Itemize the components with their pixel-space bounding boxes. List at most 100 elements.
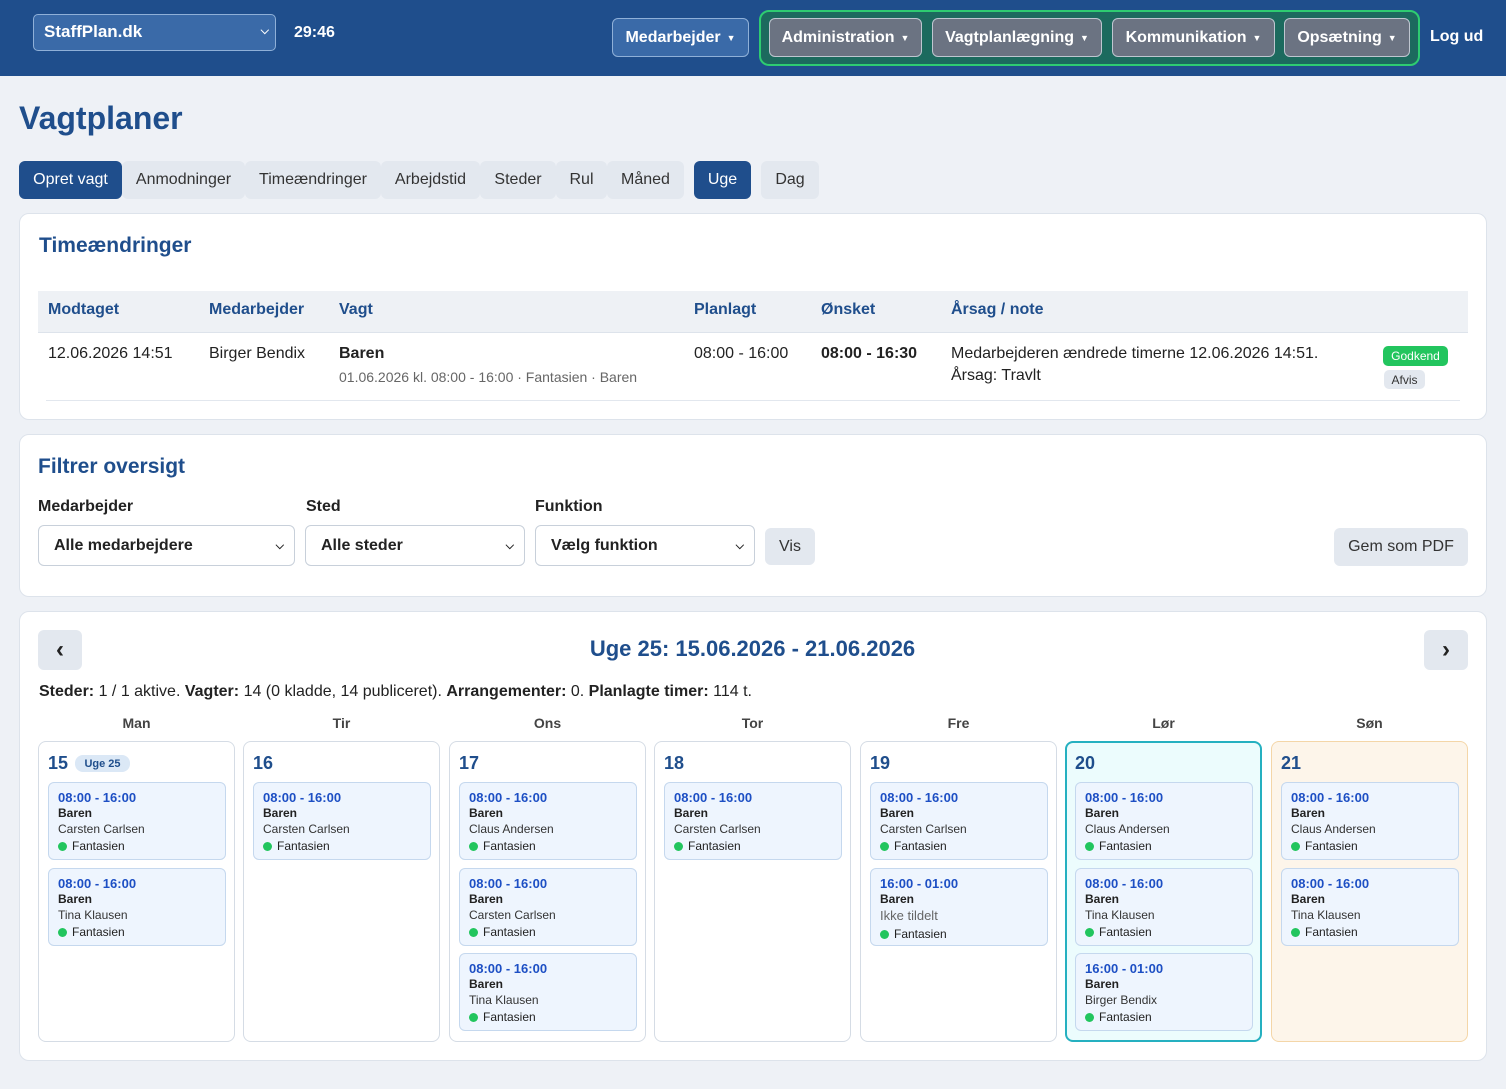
day-number: 15 xyxy=(48,753,69,773)
site-select[interactable]: StaffPlan.dk ⌵ xyxy=(33,14,276,51)
shift-card[interactable]: 08:00 - 16:00 Baren Carsten Carlsen Fantasi… xyxy=(870,782,1048,860)
save-pdf-button[interactable]: Gem som PDF xyxy=(1334,528,1468,566)
shift-card[interactable]: 08:00 - 16:00 Baren Tina Klausen Fantasien xyxy=(48,868,226,946)
tab-month[interactable]: Måned xyxy=(607,161,684,199)
reject-button[interactable]: Afvis xyxy=(1384,370,1425,389)
shift-card[interactable]: 08:00 - 16:00 Baren Claus Andersen Fantasie… xyxy=(1075,782,1253,860)
shift-location: Fantasien xyxy=(1291,839,1358,853)
tab-working-hours[interactable]: Arbejdstid xyxy=(381,161,480,199)
shift-position: Baren xyxy=(1085,892,1120,906)
shift-time: 08:00 - 16:00 xyxy=(263,790,342,805)
shift-location: Fantasien xyxy=(674,839,741,853)
shift-location-label: Fantasien xyxy=(483,925,536,939)
shift-location-label: Fantasien xyxy=(72,839,125,853)
tab-week[interactable]: Uge xyxy=(694,161,751,199)
column-header-employee: Medarbejder xyxy=(209,301,305,318)
row-employee: Birger Bendix xyxy=(209,345,306,362)
shift-employee: Tina Klausen xyxy=(469,993,539,1007)
row-received: 12.06.2026 14:51 xyxy=(48,345,173,362)
caret-down-icon: ▼ xyxy=(1079,32,1089,43)
shift-card[interactable]: 08:00 - 16:00 Baren Claus Andersen Fantasie… xyxy=(459,782,637,860)
shift-location-label: Fantasien xyxy=(894,927,947,941)
summary-places: 1 / 1 aktive. xyxy=(98,683,181,700)
shift-location-label: Fantasien xyxy=(1099,839,1152,853)
shift-card[interactable]: 08:00 - 16:00 Baren Carsten Carlsen Fantasi… xyxy=(48,782,226,860)
shift-card[interactable]: 08:00 - 16:00 Baren Claus Andersen Fantasie… xyxy=(1281,782,1459,860)
shift-location: Fantasien xyxy=(58,925,125,939)
shift-position: Baren xyxy=(263,806,298,820)
day-name-lør: Lør xyxy=(1152,715,1175,731)
administration-menu-button[interactable]: Administration ▼ xyxy=(769,18,922,57)
place-filter-select[interactable]: Alle steder ⌵ xyxy=(305,525,525,566)
shift-time: 08:00 - 16:00 xyxy=(1291,876,1370,891)
shift-position: Baren xyxy=(58,806,93,820)
tab-places[interactable]: Steder xyxy=(480,161,556,199)
shift-planning-menu-button[interactable]: Vagtplanlægning ▼ xyxy=(932,18,1102,57)
shift-location-label: Fantasien xyxy=(688,839,741,853)
communication-menu-button[interactable]: Kommunikation ▼ xyxy=(1112,18,1275,57)
row-shift-detail: 01.06.2026 kl. 08:00 - 16:00 · Fantasien… xyxy=(339,369,638,385)
shift-location-label: Fantasien xyxy=(1099,1010,1152,1024)
shift-card[interactable]: 16:00 - 01:00 Baren Birger Bendix Fantasien xyxy=(1075,953,1253,1031)
show-button[interactable]: Vis xyxy=(765,528,815,565)
shift-employee: Claus Andersen xyxy=(1291,822,1376,836)
shift-time: 08:00 - 16:00 xyxy=(469,790,548,805)
row-shift: Baren xyxy=(339,345,385,362)
status-dot-icon xyxy=(880,929,889,939)
place-filter-label: Sted xyxy=(306,498,341,515)
shift-employee: Carsten Carlsen xyxy=(469,908,556,922)
site-select-value: StaffPlan.dk xyxy=(44,22,143,41)
next-week-button[interactable]: › xyxy=(1424,630,1468,670)
previous-week-button[interactable]: ‹ xyxy=(38,630,82,670)
day-number: 21 xyxy=(1281,753,1302,773)
day-name-tor: Tor xyxy=(741,715,764,731)
shift-card[interactable]: 08:00 - 16:00 Baren Tina Klausen Fantasien xyxy=(1075,868,1253,946)
week-number-badge: Uge 25 xyxy=(75,755,130,772)
filter-card xyxy=(19,434,1487,597)
tab-create-shift[interactable]: Opret vagt xyxy=(19,161,122,199)
shift-location-label: Fantasien xyxy=(72,925,125,939)
tab-roll[interactable]: Rul xyxy=(556,161,607,199)
shift-card[interactable]: 08:00 - 16:00 Baren Carsten Carlsen Fantasi… xyxy=(459,868,637,946)
shift-card[interactable]: 08:00 - 16:00 Baren Tina Klausen Fantasien xyxy=(1281,868,1459,946)
shift-employee: Tina Klausen xyxy=(1085,908,1155,922)
shift-time: 08:00 - 16:00 xyxy=(1085,790,1164,805)
function-filter-select[interactable]: Vælg funktion ⌵ xyxy=(535,525,755,566)
shift-time: 08:00 - 16:00 xyxy=(674,790,753,805)
shift-card[interactable]: 08:00 - 16:00 Baren Tina Klausen Fantasien xyxy=(459,953,637,1031)
shift-card[interactable]: 08:00 - 16:00 Baren Carsten Carlsen Fantasi… xyxy=(664,782,842,860)
shift-card[interactable]: 08:00 - 16:00 Baren Carsten Carlsen Fantasi… xyxy=(253,782,431,860)
shift-position: Baren xyxy=(1085,806,1120,820)
shift-position: Baren xyxy=(1291,892,1326,906)
shift-employee: Claus Andersen xyxy=(469,822,554,836)
shift-position: Baren xyxy=(58,892,93,906)
shift-position: Baren xyxy=(880,892,915,906)
shift-employee: Carsten Carlsen xyxy=(58,822,145,836)
shift-planning-menu-label: Vagtplanlægning xyxy=(945,28,1074,46)
shift-time: 08:00 - 16:00 xyxy=(1291,790,1370,805)
tab-requests[interactable]: Anmodninger xyxy=(122,161,245,199)
logout-link[interactable]: Log ud xyxy=(1430,28,1483,46)
summary-events: 0. xyxy=(570,683,585,700)
setup-menu-button[interactable]: Opsætning ▼ xyxy=(1284,18,1410,57)
shift-location-label: Fantasien xyxy=(483,839,536,853)
summary-shifts: 14 (0 kladde, 14 publiceret). xyxy=(243,683,442,700)
status-dot-icon xyxy=(263,841,272,851)
shift-location: Fantasien xyxy=(1085,1010,1152,1024)
tab-time-changes[interactable]: Timeændringer xyxy=(245,161,381,199)
day-number: 16 xyxy=(253,753,274,773)
administration-menu-label: Administration xyxy=(781,28,895,46)
communication-menu-label: Kommunikation xyxy=(1125,28,1247,46)
caret-down-icon: ▼ xyxy=(726,32,736,43)
summary-events-label: Arrangementer: xyxy=(446,683,567,700)
shift-time: 16:00 - 01:00 xyxy=(1085,961,1164,976)
shift-employee: Birger Bendix xyxy=(1085,993,1158,1007)
employee-menu-button[interactable]: Medarbejder ▼ xyxy=(612,18,749,57)
status-dot-icon xyxy=(469,841,478,851)
employee-filter-select[interactable]: Alle medarbejdere ⌵ xyxy=(38,525,295,566)
tab-day[interactable]: Dag xyxy=(761,161,819,199)
shift-location: Fantasien xyxy=(469,839,536,853)
approve-button[interactable]: Godkend xyxy=(1383,346,1448,366)
shift-employee: Carsten Carlsen xyxy=(263,822,350,836)
shift-card[interactable]: 16:00 - 01:00 Baren Ikke tildelt Fantasien xyxy=(870,868,1048,946)
